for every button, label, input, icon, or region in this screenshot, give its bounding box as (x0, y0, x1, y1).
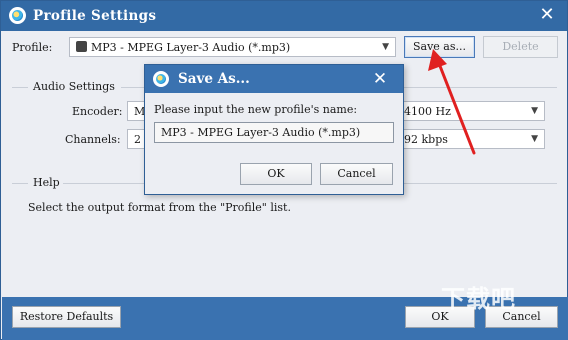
chevron-down-icon: ▼ (531, 134, 538, 144)
chevron-down-icon: ▼ (531, 106, 538, 116)
close-icon[interactable]: ✕ (538, 6, 556, 24)
profile-select-value: MP3 - MPEG Layer-3 Audio (*.mp3) (91, 41, 291, 54)
app-icon (9, 7, 26, 24)
dialog-cancel-button[interactable]: Cancel (320, 163, 393, 185)
profile-label: Profile: (12, 41, 53, 54)
mp3-icon (76, 41, 87, 52)
dialog-ok-button[interactable]: OK (240, 163, 312, 185)
audio-settings-title: Audio Settings (33, 80, 115, 93)
dialog-title: Save As... (178, 71, 250, 87)
dialog-prompt: Please input the new profile's name: (154, 103, 358, 116)
delete-button[interactable]: Delete (483, 36, 558, 58)
chevron-down-icon: ▼ (382, 42, 389, 52)
channels-label: Channels: (65, 133, 121, 146)
bitrate-select[interactable]: 92 kbps ▼ (397, 129, 545, 149)
save-as-button[interactable]: Save as... (404, 36, 475, 58)
app-icon (153, 71, 169, 87)
window-title: Profile Settings (33, 8, 157, 24)
help-title: Help (33, 176, 60, 189)
watermark-logo: 下载吧 (441, 285, 516, 313)
save-as-dialog: Save As... ✕ Please input the new profil… (144, 64, 404, 195)
sample-rate-value: 4100 Hz (404, 105, 451, 118)
restore-defaults-button[interactable]: Restore Defaults (12, 306, 121, 328)
bitrate-value: 92 kbps (404, 133, 448, 146)
dialog-titlebar: Save As... ✕ (145, 65, 403, 93)
encoder-label: Encoder: (72, 105, 123, 118)
profile-name-field[interactable] (155, 123, 393, 142)
help-text: Select the output format from the "Profi… (28, 201, 291, 214)
profile-select[interactable]: MP3 - MPEG Layer-3 Audio (*.mp3) ▼ (69, 37, 396, 57)
help-group-line-left (12, 183, 28, 184)
window-titlebar: Profile Settings ✕ (1, 1, 567, 31)
close-icon[interactable]: ✕ (371, 70, 389, 88)
sample-rate-select[interactable]: 4100 Hz ▼ (397, 101, 545, 121)
channels-value: 2 (134, 133, 141, 146)
profile-name-input[interactable] (154, 122, 394, 143)
audio-group-line-left (12, 87, 28, 88)
